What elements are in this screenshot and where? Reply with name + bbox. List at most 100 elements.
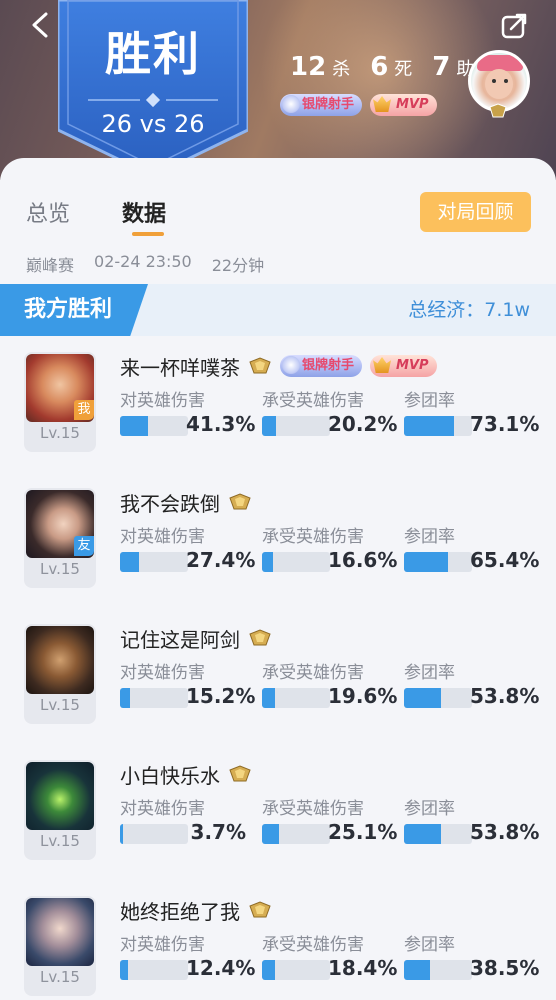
share-button[interactable] (500, 10, 530, 40)
player-avatar[interactable]: 我 Lv.15 (24, 352, 96, 452)
damage-taken-bar-fill (262, 960, 275, 980)
damage-bar (120, 688, 188, 708)
damage-bar-fill (120, 416, 149, 436)
player-name: 记住这是阿剑 (120, 627, 240, 652)
damage-label: 对英雄伤害 (120, 391, 205, 411)
participation-bar (404, 960, 472, 980)
player-row[interactable]: Lv.15 小白快乐水对英雄伤害 3.7% 承受英雄伤害 25.1% 参团率 53.8% (0, 760, 556, 896)
player-row[interactable]: Lv.15 记住这是阿剑 对英雄伤害 15.2% 承受英雄伤害 19.6% 参团率 53.8% (0, 624, 556, 760)
participation-bar (404, 824, 472, 844)
rank-emblem-icon (229, 493, 251, 510)
damage-bar-fill (120, 688, 131, 708)
damage-taken-bar (262, 824, 330, 844)
damage-taken-label: 承受英雄伤害 (262, 799, 364, 819)
silver-shooter-badge: 银牌射手 (280, 355, 363, 377)
hero-portrait (26, 762, 94, 830)
damage-value: 27.4% (186, 548, 256, 572)
damage-taken-value: 18.4% (328, 956, 398, 980)
participation-label: 参团率 (404, 391, 455, 411)
player-row[interactable]: Lv.15 她终拒绝了我 对英雄伤害 12.4% 承受英雄伤害 18.4% 参团率 38.5% (0, 896, 556, 1000)
hero-portrait (26, 626, 94, 694)
rank-emblem-icon (489, 103, 507, 118)
participation-bar-fill (404, 688, 441, 708)
mvp-badge: MVP (370, 355, 437, 377)
share-icon (501, 13, 527, 39)
damage-value: 15.2% (186, 684, 256, 708)
damage-taken-bar (262, 552, 330, 572)
damage-bar (120, 824, 188, 844)
back-arrow-icon (32, 12, 48, 38)
damage-taken-value: 25.1% (328, 820, 398, 844)
player-name: 小白快乐水 (120, 763, 220, 788)
damage-value: 12.4% (186, 956, 256, 980)
player-name: 她终拒绝了我 (120, 899, 240, 924)
damage-value: 3.7% (190, 820, 246, 844)
deaths-count: 6 (370, 52, 389, 82)
kills-count: 12 (290, 52, 327, 82)
team-result-bar: 我方胜利 总经济：7.1w (0, 284, 556, 336)
damage-label: 对英雄伤害 (120, 663, 205, 683)
player-level: Lv.15 (40, 968, 80, 986)
team-result-label: 我方胜利 (0, 284, 148, 336)
match-review-button[interactable]: 对局回顾 (420, 192, 531, 232)
damage-taken-bar-fill (262, 688, 276, 708)
participation-value: 65.4% (470, 548, 540, 572)
tab-data[interactable]: 数据 (122, 196, 166, 228)
team-economy: 总经济：7.1w (408, 299, 530, 321)
damage-taken-value: 16.6% (328, 548, 398, 572)
player-tag: 友 (74, 536, 94, 556)
damage-label: 对英雄伤害 (120, 935, 205, 955)
damage-taken-bar (262, 416, 330, 436)
damage-value: 41.3% (186, 412, 256, 436)
result-title: 胜利 (105, 27, 201, 81)
damage-taken-bar-fill (262, 552, 274, 572)
match-duration: 22分钟 (211, 256, 265, 275)
participation-value: 53.8% (470, 820, 540, 844)
hero-portrait (26, 898, 94, 966)
damage-taken-bar (262, 960, 330, 980)
participation-label: 参团率 (404, 527, 455, 547)
participation-bar-fill (404, 552, 449, 572)
player-name-line: 我不会跌倒 (120, 488, 252, 516)
player-avatar[interactable]: Lv.15 (24, 624, 96, 724)
player-avatar[interactable]: Lv.15 (24, 760, 96, 860)
damage-label: 对英雄伤害 (120, 799, 205, 819)
header-badges: 银牌射手 MVP (280, 94, 437, 116)
player-level: Lv.15 (40, 424, 80, 442)
damage-taken-bar-fill (262, 416, 276, 436)
back-button[interactable] (28, 10, 52, 40)
player-row[interactable]: 我 Lv.15 来一杯咩噗茶 银牌射手 MVP 对英雄伤害 41.3% 承受英雄伤害 20.2%… (0, 352, 556, 488)
team-score: 26 vs 26 (101, 110, 205, 138)
damage-taken-value: 19.6% (328, 684, 398, 708)
damage-taken-label: 承受英雄伤害 (262, 935, 364, 955)
damage-taken-bar (262, 688, 330, 708)
rank-emblem-icon (249, 357, 271, 374)
damage-taken-value: 20.2% (328, 412, 398, 436)
damage-label: 对英雄伤害 (120, 527, 205, 547)
kda-summary: 12 杀 6 死 7 助 (290, 52, 488, 86)
participation-bar-fill (404, 824, 441, 844)
assists-count: 7 (432, 52, 451, 82)
tab-bar: 总览 数据 (26, 196, 166, 228)
participation-bar-fill (404, 960, 431, 980)
player-avatar[interactable]: Lv.15 (24, 896, 96, 996)
player-tag: 我 (74, 400, 94, 420)
damage-bar (120, 552, 188, 572)
participation-value: 38.5% (470, 956, 540, 980)
participation-label: 参团率 (404, 799, 455, 819)
player-row[interactable]: 友 Lv.15 我不会跌倒对英雄伤害 27.4% 承受英雄伤害 16.6% 参团率 65.4% (0, 488, 556, 624)
player-name-line: 记住这是阿剑 (120, 624, 272, 652)
player-avatar[interactable]: 友 Lv.15 (24, 488, 96, 588)
player-level: Lv.15 (40, 696, 80, 714)
rank-emblem-icon (249, 629, 271, 646)
rank-emblem-icon (229, 765, 251, 782)
damage-bar-fill (120, 960, 129, 980)
match-info: 巅峰赛 02-24 23:50 22分钟 (26, 252, 264, 276)
participation-label: 参团率 (404, 663, 455, 683)
tab-overview[interactable]: 总览 (26, 196, 70, 228)
participation-value: 73.1% (470, 412, 540, 436)
damage-bar-fill (120, 552, 139, 572)
damage-taken-label: 承受英雄伤害 (262, 527, 364, 547)
player-name-line: 来一杯咩噗茶 银牌射手 MVP (120, 352, 437, 380)
damage-taken-bar-fill (262, 824, 280, 844)
